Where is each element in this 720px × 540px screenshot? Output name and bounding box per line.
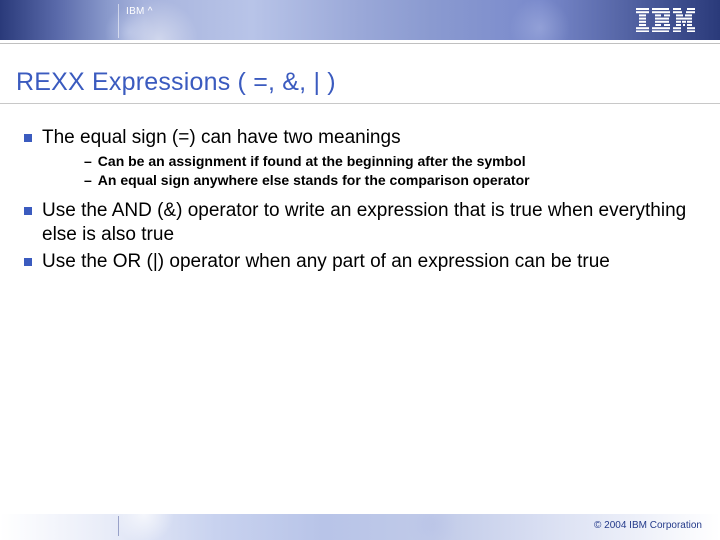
bullet-item: Use the AND (&) operator to write an exp… bbox=[24, 199, 700, 245]
content-area: The equal sign (=) can have two meanings… bbox=[0, 104, 720, 273]
header-divider bbox=[118, 4, 119, 38]
sub-text: Can be an assignment if found at the beg… bbox=[98, 153, 526, 170]
dash-icon: – bbox=[84, 153, 92, 170]
sub-text: An equal sign anywhere else stands for t… bbox=[98, 172, 530, 189]
bullet-text: The equal sign (=) can have two meanings bbox=[42, 126, 700, 149]
bullet-text: Use the AND (&) operator to write an exp… bbox=[42, 199, 700, 245]
footer-divider bbox=[118, 516, 119, 536]
sub-list: – Can be an assignment if found at the b… bbox=[84, 153, 700, 189]
bullet-item: The equal sign (=) can have two meanings bbox=[24, 126, 700, 149]
footer-band: © 2004 IBM Corporation bbox=[0, 514, 720, 540]
header-label: IBM ^ bbox=[126, 6, 153, 17]
ibm-logo bbox=[636, 8, 696, 32]
square-bullet-icon bbox=[24, 134, 32, 142]
bullet-text: Use the OR (|) operator when any part of… bbox=[42, 250, 700, 273]
sub-item: – An equal sign anywhere else stands for… bbox=[84, 172, 700, 189]
square-bullet-icon bbox=[24, 207, 32, 215]
slide-title: REXX Expressions ( =, &, | ) bbox=[0, 44, 720, 103]
sub-item: – Can be an assignment if found at the b… bbox=[84, 153, 700, 170]
square-bullet-icon bbox=[24, 258, 32, 266]
header-band: IBM ^ bbox=[0, 0, 720, 40]
copyright-text: © 2004 IBM Corporation bbox=[594, 520, 702, 531]
bullet-item: Use the OR (|) operator when any part of… bbox=[24, 250, 700, 273]
dash-icon: – bbox=[84, 172, 92, 189]
